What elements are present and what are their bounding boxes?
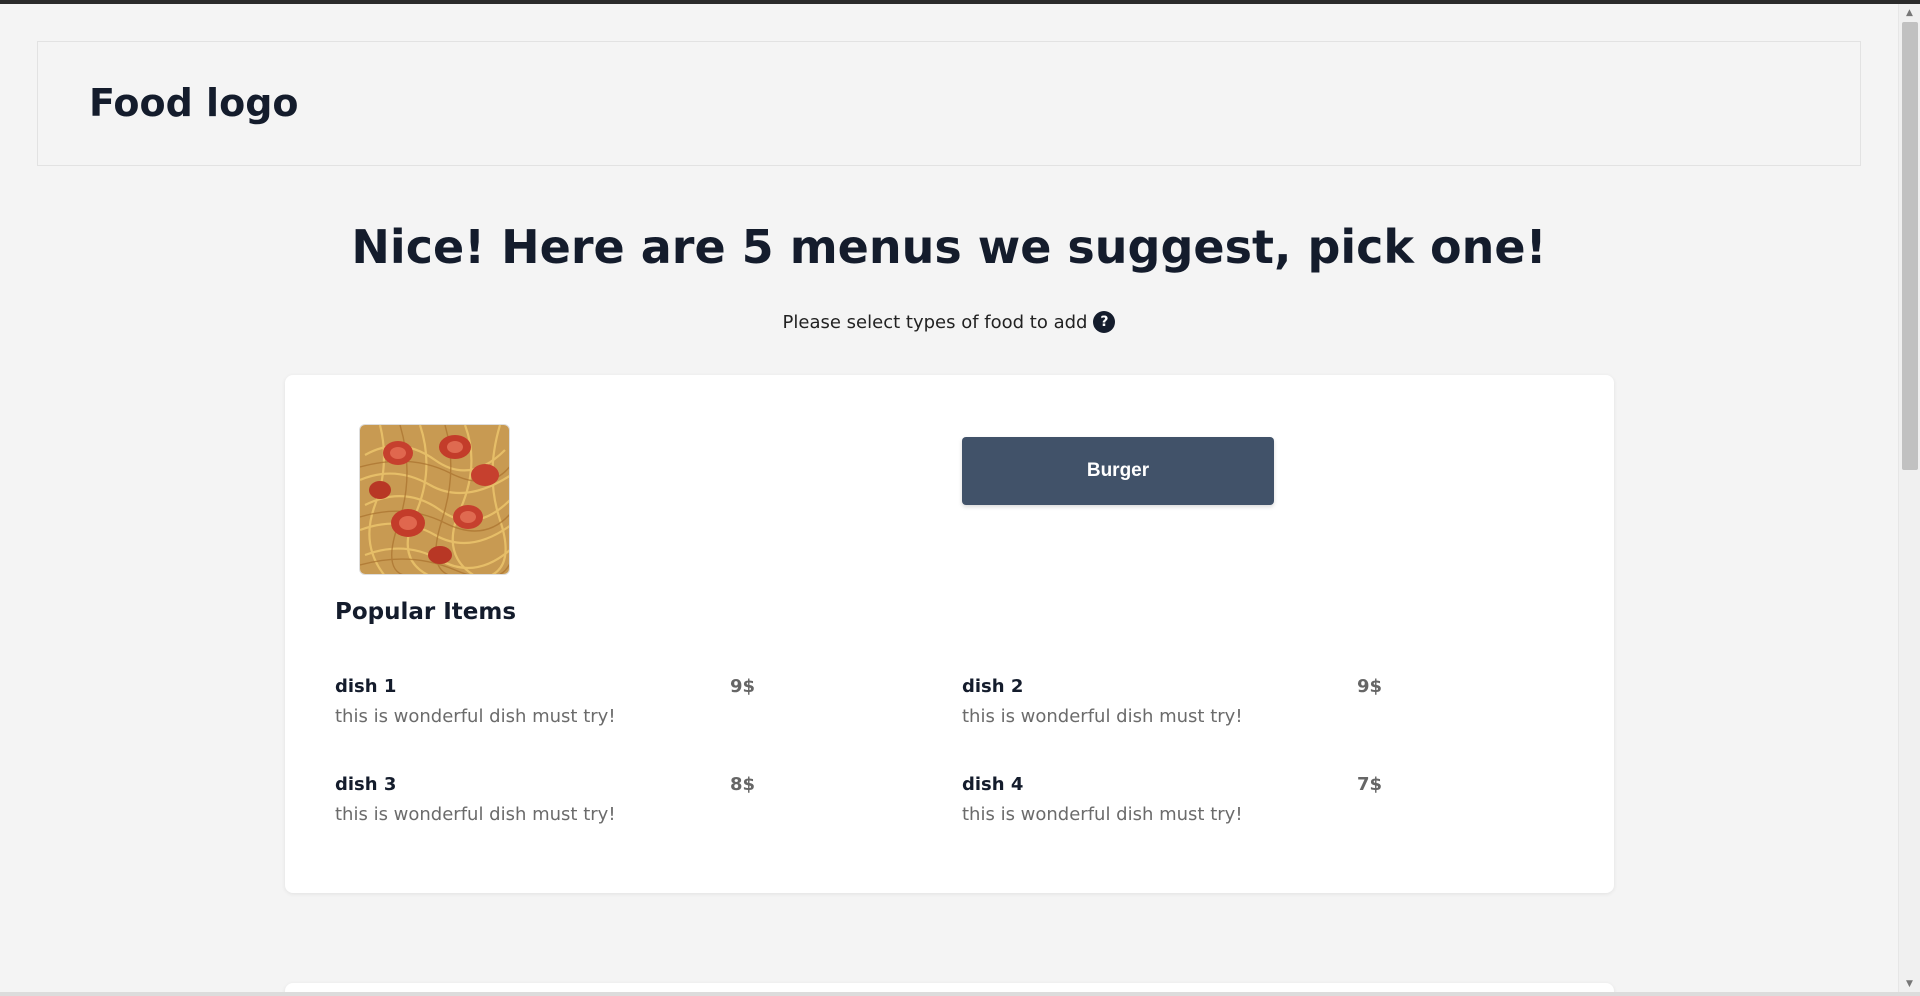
dish-price: 9$ [729, 676, 755, 697]
page-content: Food logo Nice! Here are 5 menus we sugg… [0, 4, 1898, 992]
scroll-up-icon[interactable]: ▲ [1899, 4, 1920, 21]
dish-price: 8$ [729, 774, 755, 795]
dish-name: dish 3 [335, 774, 397, 795]
dish-description: this is wonderful dish must try! [335, 706, 616, 727]
dish-name: dish 1 [335, 676, 397, 697]
dish-description: this is wonderful dish must try! [962, 706, 1243, 727]
page-title: Nice! Here are 5 menus we suggest, pick … [351, 220, 1547, 274]
popular-items-title: Popular Items [335, 599, 517, 625]
dish-name: dish 4 [962, 774, 1024, 795]
site-header: Food logo [37, 41, 1861, 166]
window-bottom-border [0, 992, 1920, 996]
dish-description: this is wonderful dish must try! [335, 804, 616, 825]
scrollbar-thumb[interactable] [1902, 22, 1918, 470]
dish-description: this is wonderful dish must try! [962, 804, 1243, 825]
scroll-down-icon[interactable]: ▼ [1899, 975, 1920, 992]
dish-price: 7$ [1356, 774, 1382, 795]
dish-name: dish 2 [962, 676, 1024, 697]
menu-image [359, 424, 510, 575]
subtitle-text: Please select types of food to add [782, 311, 1088, 333]
dish-price: 9$ [1356, 676, 1382, 697]
subtitle-row: Please select types of food to add ? [0, 311, 1898, 333]
menu-card: Burger Popular Items dish 1 9$ this is w… [285, 375, 1614, 893]
help-icon[interactable]: ? [1093, 311, 1116, 333]
burger-category-button[interactable]: Burger [962, 437, 1274, 505]
food-logo[interactable]: Food logo [89, 84, 299, 122]
pasta-photo-icon [360, 425, 509, 574]
vertical-scrollbar[interactable]: ▲ ▼ [1898, 4, 1920, 992]
next-menu-card [285, 983, 1614, 992]
